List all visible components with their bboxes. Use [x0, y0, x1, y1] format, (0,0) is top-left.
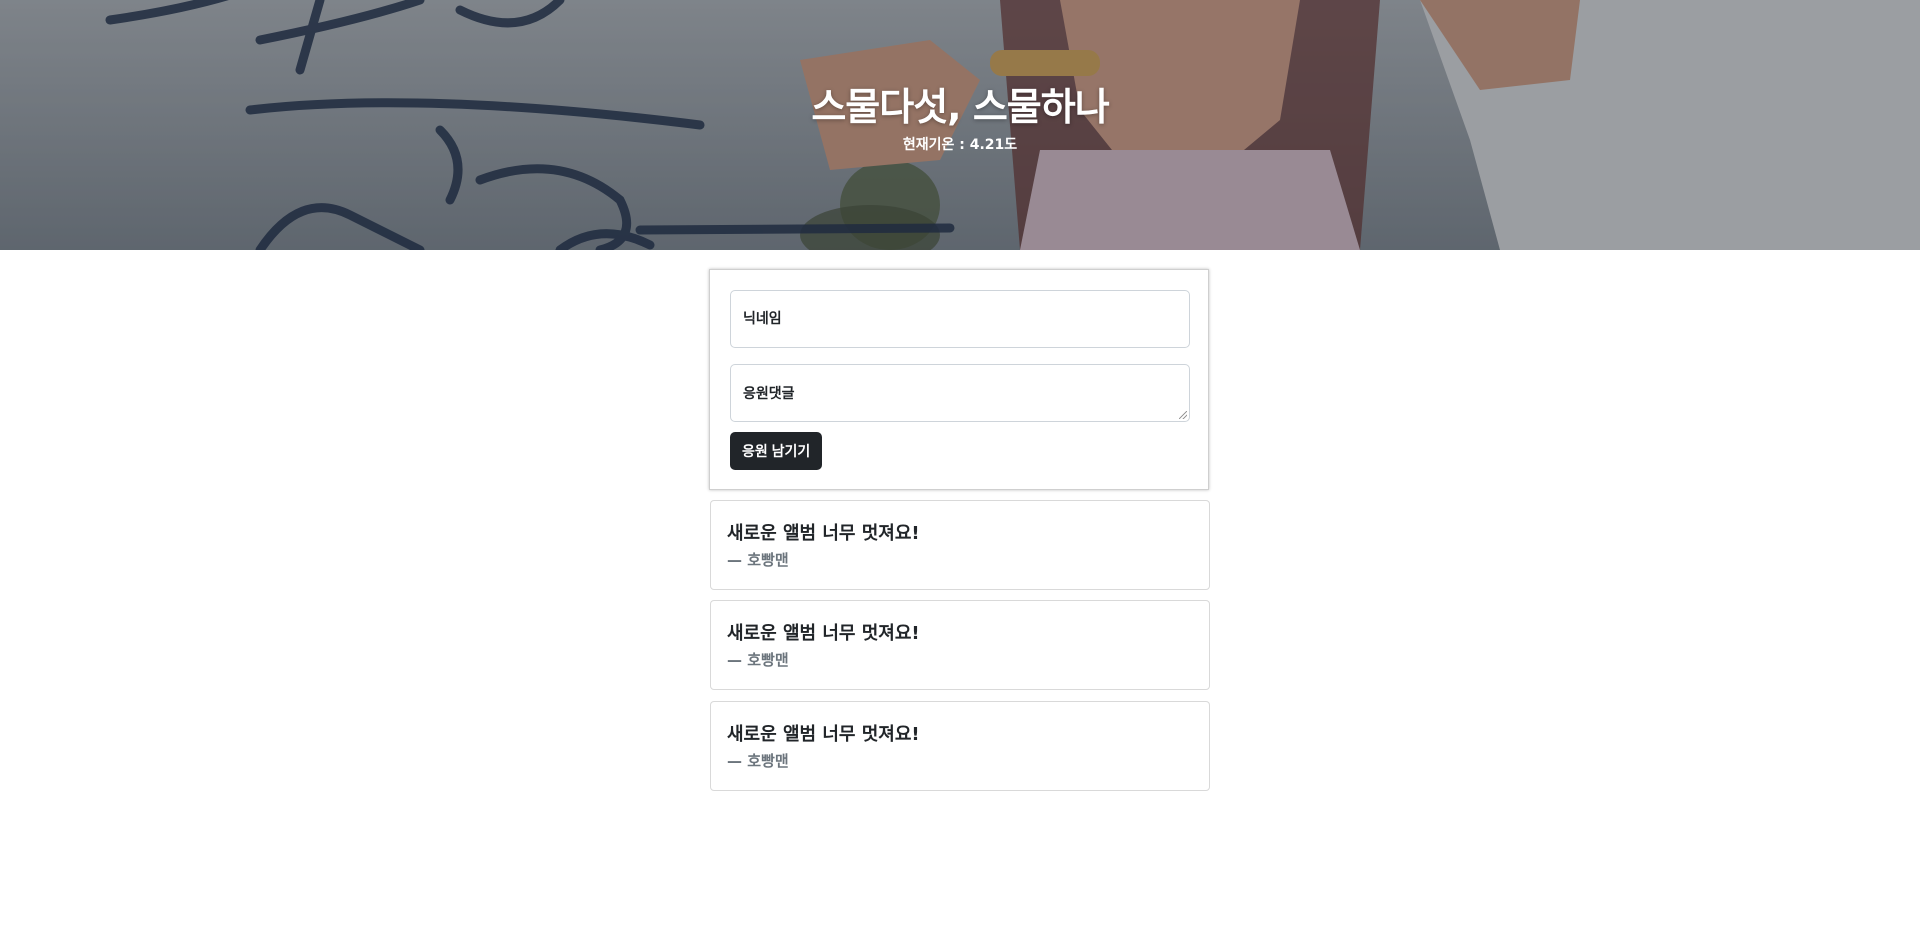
submit-comment-button[interactable]: 응원 남기기 [730, 432, 823, 470]
hero-banner: 스물다섯, 스물하나 현재기온 : 4.21도 [0, 0, 1920, 250]
comment-author: — 호빵맨 [727, 651, 789, 669]
page-title: 스물다섯, 스물하나 [811, 85, 1109, 129]
comment-author: — 호빵맨 [727, 752, 789, 770]
comment-text: 새로운 앨범 너무 멋져요! [727, 724, 920, 745]
comment-author: — 호빵맨 [727, 551, 789, 569]
comment-card: 새로운 앨범 너무 멋져요! — 호빵맨 [710, 600, 1210, 690]
comment-card: 새로운 앨범 너무 멋져요! — 호빵맨 [710, 500, 1210, 590]
comment-placeholder: 응원댓글 [743, 386, 795, 402]
comment-form: 닉네임 응원댓글 응원 남기기 [709, 269, 1209, 490]
comment-text: 새로운 앨범 너무 멋져요! [727, 623, 920, 644]
nickname-input[interactable]: 닉네임 [730, 290, 1190, 348]
comment-textarea[interactable]: 응원댓글 [730, 364, 1190, 422]
resize-handle-icon[interactable] [1179, 411, 1187, 419]
comment-card: 새로운 앨범 너무 멋져요! — 호빵맨 [710, 701, 1210, 791]
comment-text: 새로운 앨범 너무 멋져요! [727, 523, 920, 544]
current-temperature: 현재기온 : 4.21도 [902, 137, 1018, 153]
